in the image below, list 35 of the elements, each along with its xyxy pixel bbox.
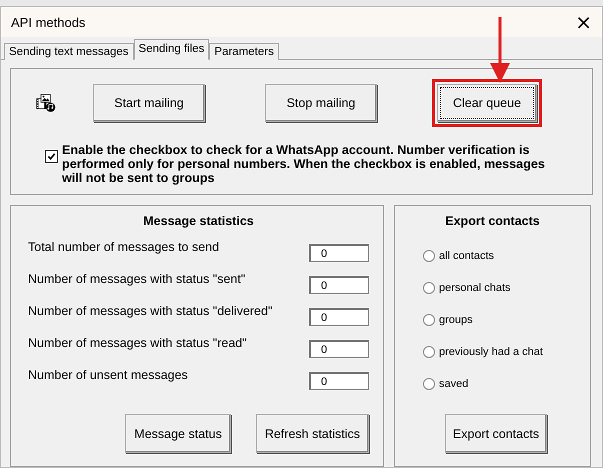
panel-title: Message statistics <box>142 214 255 228</box>
statistic-label: Number of unsent messages <box>28 368 188 382</box>
radio-button[interactable] <box>423 378 435 390</box>
export-button[interactable]: Export contacts <box>445 414 547 453</box>
radio-button[interactable] <box>423 314 435 326</box>
stats-button[interactable]: Refresh statistics <box>256 414 369 453</box>
radio-button[interactable] <box>423 282 435 294</box>
stats-button[interactable]: Message status <box>125 414 231 453</box>
panel-title: Export contacts <box>444 214 541 228</box>
statistic-label: Number of messages with status "read" <box>28 336 247 350</box>
statistic-label: Number of messages with status "delivered" <box>28 304 272 318</box>
count-field[interactable]: 0 <box>309 340 369 358</box>
tab[interactable]: Sending text messages <box>4 43 134 60</box>
checkbox[interactable] <box>45 150 58 163</box>
action-button[interactable]: Stop mailing <box>265 84 377 122</box>
window-title: API methods <box>11 14 86 30</box>
count-field[interactable]: 0 <box>309 276 369 294</box>
option-label: previously had a chat <box>439 346 543 358</box>
statistic-label: Total number of messages to send <box>28 240 220 254</box>
count-field[interactable]: 0 <box>309 244 369 262</box>
option-label: groups <box>439 314 473 326</box>
close-button[interactable]: × <box>571 12 596 32</box>
radio-button[interactable] <box>423 346 435 358</box>
option-label: all contacts <box>439 250 494 262</box>
statistic-label: Number of messages with status "sent" <box>28 272 246 286</box>
tab[interactable]: Sending files <box>134 39 210 60</box>
checkbox-label: Enable the checkbox to check for a WhatsApp account. Number verification is performed only for personal numbers. When the checkbox is enabled, messages will not be sent to groups <box>62 143 546 185</box>
radio-button[interactable] <box>423 250 435 262</box>
tab[interactable]: Parameters <box>209 43 279 60</box>
count-field[interactable]: 0 <box>309 308 369 326</box>
option-label: personal chats <box>439 282 511 294</box>
action-button[interactable]: Start mailing <box>93 84 205 122</box>
action-button[interactable]: Clear queue <box>437 84 537 122</box>
count-field[interactable]: 0 <box>309 372 369 390</box>
option-label: saved <box>439 378 468 390</box>
